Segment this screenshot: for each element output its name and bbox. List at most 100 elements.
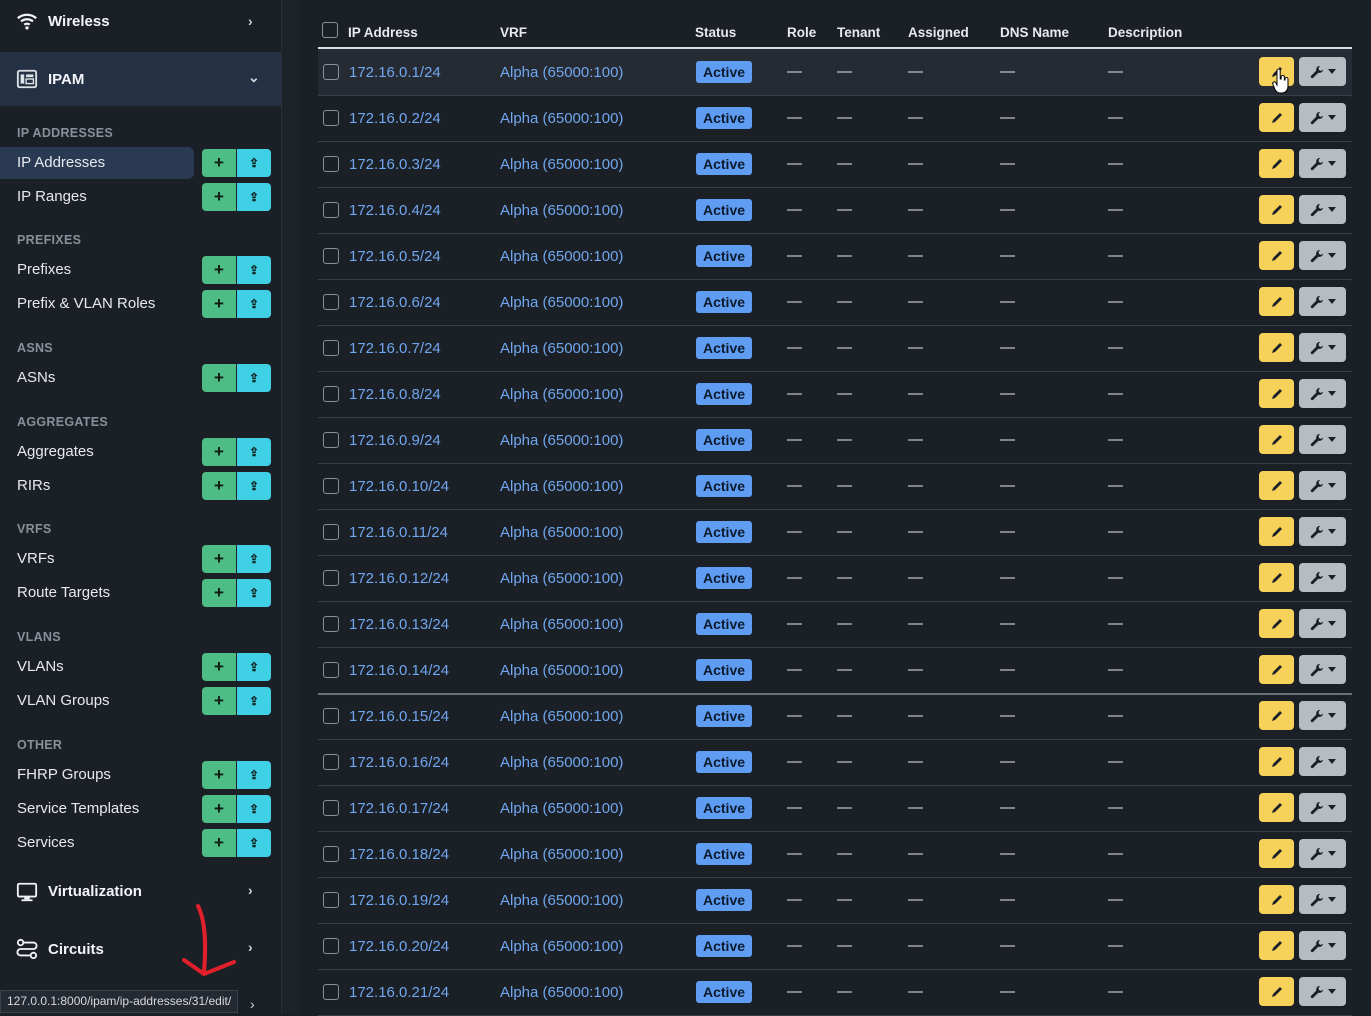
add-button[interactable]: +	[202, 472, 236, 500]
sidebar-item[interactable]: VLAN Groups + ⇪	[0, 686, 281, 716]
ip-address-link[interactable]: 172.16.0.4/24	[349, 202, 441, 219]
ip-address-link[interactable]: 172.16.0.14/24	[349, 662, 449, 679]
table-row[interactable]: 172.16.0.16/24 Alpha (65000:100) Active — — —…	[318, 739, 1352, 786]
tools-dropdown-button[interactable]	[1299, 471, 1346, 500]
vrf-link[interactable]: Alpha (65000:100)	[500, 478, 623, 495]
sidebar-item[interactable]: FHRP Groups + ⇪	[0, 760, 281, 790]
row-checkbox[interactable]	[323, 202, 339, 218]
vrf-link[interactable]: Alpha (65000:100)	[500, 754, 623, 771]
vrf-link[interactable]: Alpha (65000:100)	[500, 156, 623, 173]
tools-dropdown-button[interactable]	[1299, 793, 1346, 822]
ip-address-link[interactable]: 172.16.0.10/24	[349, 478, 449, 495]
table-row[interactable]: 172.16.0.7/24 Alpha (65000:100) Active — — — —…	[318, 325, 1352, 372]
row-checkbox[interactable]	[323, 478, 339, 494]
edit-button[interactable]	[1259, 609, 1294, 638]
edit-button[interactable]	[1259, 747, 1294, 776]
table-row[interactable]: 172.16.0.15/24 Alpha (65000:100) Active — — —…	[318, 693, 1352, 740]
add-button[interactable]: +	[202, 183, 236, 211]
edit-button[interactable]	[1259, 425, 1294, 454]
import-button[interactable]: ⇪	[237, 256, 271, 284]
add-button[interactable]: +	[202, 364, 236, 392]
column-header[interactable]: DNS Name	[1000, 25, 1069, 40]
vrf-link[interactable]: Alpha (65000:100)	[500, 984, 623, 1001]
vrf-link[interactable]: Alpha (65000:100)	[500, 110, 623, 127]
vrf-link[interactable]: Alpha (65000:100)	[500, 524, 623, 541]
row-checkbox[interactable]	[323, 432, 339, 448]
tools-dropdown-button[interactable]	[1299, 241, 1346, 270]
vrf-link[interactable]: Alpha (65000:100)	[500, 616, 623, 633]
tools-dropdown-button[interactable]	[1299, 149, 1346, 178]
vrf-link[interactable]: Alpha (65000:100)	[500, 662, 623, 679]
table-row[interactable]: 172.16.0.18/24 Alpha (65000:100) Active — — —…	[318, 831, 1352, 878]
select-all-checkbox[interactable]	[322, 22, 338, 38]
sidebar-item[interactable]: IP Ranges + ⇪	[0, 182, 281, 212]
row-checkbox[interactable]	[323, 110, 339, 126]
import-button[interactable]: ⇪	[237, 761, 271, 789]
import-button[interactable]: ⇪	[237, 653, 271, 681]
table-row[interactable]: 172.16.0.5/24 Alpha (65000:100) Active — — — —…	[318, 233, 1352, 280]
row-checkbox[interactable]	[323, 294, 339, 310]
row-checkbox[interactable]	[323, 800, 339, 816]
import-button[interactable]: ⇪	[237, 687, 271, 715]
row-checkbox[interactable]	[323, 616, 339, 632]
tools-dropdown-button[interactable]	[1299, 931, 1346, 960]
row-checkbox[interactable]	[323, 248, 339, 264]
row-checkbox[interactable]	[323, 662, 339, 678]
ip-address-link[interactable]: 172.16.0.9/24	[349, 432, 441, 449]
table-row[interactable]: 172.16.0.12/24 Alpha (65000:100) Active — — —…	[318, 555, 1352, 602]
table-row[interactable]: 172.16.0.19/24 Alpha (65000:100) Active — — —…	[318, 877, 1352, 924]
column-header[interactable]: Status	[695, 25, 736, 40]
import-button[interactable]: ⇪	[237, 438, 271, 466]
table-row[interactable]: 172.16.0.20/24 Alpha (65000:100) Active — — —…	[318, 923, 1352, 970]
ip-address-link[interactable]: 172.16.0.11/24	[349, 524, 448, 541]
sidebar-item[interactable]: Prefix & VLAN Roles + ⇪	[0, 289, 281, 319]
tools-dropdown-button[interactable]	[1299, 195, 1346, 224]
ip-address-link[interactable]: 172.16.0.3/24	[349, 156, 441, 173]
sidebar-item[interactable]: RIRs + ⇪	[0, 471, 281, 501]
column-header[interactable]: Role	[787, 25, 816, 40]
ip-address-link[interactable]: 172.16.0.2/24	[349, 110, 441, 127]
table-row[interactable]: 172.16.0.9/24 Alpha (65000:100) Active — — — —…	[318, 417, 1352, 464]
table-row[interactable]: 172.16.0.10/24 Alpha (65000:100) Active — — —…	[318, 463, 1352, 510]
tools-dropdown-button[interactable]	[1299, 333, 1346, 362]
table-row[interactable]: 172.16.0.11/24 Alpha (65000:100) Active — — —…	[318, 509, 1352, 556]
edit-button[interactable]	[1259, 379, 1294, 408]
add-button[interactable]: +	[202, 290, 236, 318]
vrf-link[interactable]: Alpha (65000:100)	[500, 294, 623, 311]
add-button[interactable]: +	[202, 438, 236, 466]
import-button[interactable]: ⇪	[237, 545, 271, 573]
vrf-link[interactable]: Alpha (65000:100)	[500, 846, 623, 863]
sidebar-item[interactable]: VRFs + ⇪	[0, 544, 281, 574]
row-checkbox[interactable]	[323, 984, 339, 1000]
sidebar-item[interactable]: Route Targets + ⇪	[0, 578, 281, 608]
edit-button[interactable]	[1259, 149, 1294, 178]
add-button[interactable]: +	[202, 795, 236, 823]
table-row[interactable]: 172.16.0.21/24 Alpha (65000:100) Active — — —…	[318, 969, 1352, 1016]
vrf-link[interactable]: Alpha (65000:100)	[500, 432, 623, 449]
tools-dropdown-button[interactable]	[1299, 977, 1346, 1006]
row-checkbox[interactable]	[323, 386, 339, 402]
sidebar-item[interactable]: Prefixes + ⇪	[0, 255, 281, 285]
add-button[interactable]: +	[202, 149, 236, 177]
sidebar-item[interactable]: VLANs + ⇪	[0, 652, 281, 682]
column-header[interactable]: VRF	[500, 25, 527, 40]
table-row[interactable]: 172.16.0.2/24 Alpha (65000:100) Active — — — —…	[318, 95, 1352, 142]
tools-dropdown-button[interactable]	[1299, 517, 1346, 546]
tools-dropdown-button[interactable]	[1299, 747, 1346, 776]
ip-address-link[interactable]: 172.16.0.19/24	[349, 892, 449, 909]
edit-button[interactable]	[1259, 103, 1294, 132]
table-row[interactable]: 172.16.0.4/24 Alpha (65000:100) Active — — — —…	[318, 187, 1352, 234]
tools-dropdown-button[interactable]	[1299, 57, 1346, 86]
edit-button[interactable]	[1259, 839, 1294, 868]
vrf-link[interactable]: Alpha (65000:100)	[500, 386, 623, 403]
ip-address-link[interactable]: 172.16.0.13/24	[349, 616, 449, 633]
import-button[interactable]: ⇪	[237, 149, 271, 177]
edit-button[interactable]	[1259, 241, 1294, 270]
edit-button[interactable]	[1259, 333, 1294, 362]
import-button[interactable]: ⇪	[237, 795, 271, 823]
add-button[interactable]: +	[202, 579, 236, 607]
ip-address-link[interactable]: 172.16.0.12/24	[349, 570, 449, 587]
vrf-link[interactable]: Alpha (65000:100)	[500, 64, 623, 81]
edit-button[interactable]	[1259, 517, 1294, 546]
sidebar-item[interactable]: ASNs + ⇪	[0, 363, 281, 393]
